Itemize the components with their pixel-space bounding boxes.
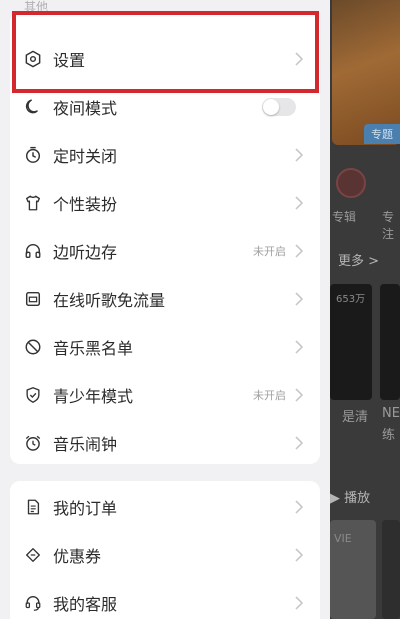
status-text: 未开启 bbox=[253, 245, 286, 258]
menu-item-label: 夜间模式 bbox=[53, 99, 118, 118]
night-mode-toggle[interactable] bbox=[262, 98, 296, 116]
menu-card-settings: 设置 夜间模式 定时关闭 个性装扮 边听边存 未开启 在线听歌免流量 音乐黑名单… bbox=[10, 12, 320, 464]
chevron-right-icon bbox=[294, 340, 304, 354]
tshirt-icon bbox=[23, 193, 43, 213]
headset-icon bbox=[23, 593, 43, 613]
background-more-link: 更多 > bbox=[338, 254, 380, 269]
menu-item-label: 优惠券 bbox=[53, 547, 102, 566]
chevron-right-icon bbox=[294, 52, 304, 66]
chevron-right-icon bbox=[294, 196, 304, 210]
hexagon-settings-icon bbox=[23, 49, 43, 69]
menu-item-my-orders[interactable]: 我的订单 bbox=[10, 483, 320, 531]
background-card-count: 653万 bbox=[336, 294, 366, 305]
menu-item-label: 我的订单 bbox=[53, 499, 118, 518]
chevron-right-icon bbox=[294, 548, 304, 562]
chevron-right-icon bbox=[294, 596, 304, 610]
menu-item-alarm[interactable]: 音乐闹钟 bbox=[10, 419, 320, 467]
chevron-right-icon bbox=[294, 436, 304, 450]
coupon-icon bbox=[23, 545, 43, 565]
menu-item-label: 边听边存 bbox=[53, 243, 118, 262]
side-drawer: 其他 设置 夜间模式 定时关闭 个性装扮 边听边存 未开启 在线听歌免流量 音乐… bbox=[0, 0, 330, 619]
menu-item-themes[interactable]: 个性装扮 bbox=[10, 179, 320, 227]
background-card-text-2: NE bbox=[382, 406, 400, 421]
chevron-right-icon bbox=[294, 292, 304, 306]
menu-item-label: 定时关闭 bbox=[53, 147, 118, 166]
menu-item-coupons[interactable]: 优惠券 bbox=[10, 531, 320, 579]
chevron-right-icon bbox=[294, 500, 304, 514]
chevron-right-icon bbox=[294, 244, 304, 258]
background-card-2 bbox=[380, 284, 400, 400]
data-card-icon bbox=[23, 289, 43, 309]
background-play-label: ▶ 播放 bbox=[330, 491, 371, 506]
background-card-text-1: 是清 bbox=[342, 410, 369, 425]
headphones-icon bbox=[23, 241, 43, 261]
menu-item-night-mode[interactable]: 夜间模式 bbox=[10, 83, 320, 131]
background-circle-1 bbox=[336, 168, 366, 198]
menu-item-settings[interactable]: 设置 bbox=[10, 35, 320, 83]
chevron-right-icon bbox=[294, 148, 304, 162]
block-icon bbox=[23, 337, 43, 357]
menu-item-label: 在线听歌免流量 bbox=[53, 291, 166, 310]
chevron-right-icon bbox=[294, 388, 304, 402]
menu-item-customer-service[interactable]: 我的客服 bbox=[10, 579, 320, 619]
menu-item-label: 设置 bbox=[53, 51, 86, 70]
background-label-1: 专辑 bbox=[332, 210, 357, 224]
toggle-knob bbox=[263, 99, 279, 115]
timer-icon bbox=[23, 145, 43, 165]
menu-item-label: 我的客服 bbox=[53, 595, 118, 614]
background-small-card-2 bbox=[382, 520, 400, 619]
menu-item-label: 音乐闹钟 bbox=[53, 435, 118, 454]
menu-item-teen-mode[interactable]: 青少年模式 未开启 bbox=[10, 371, 320, 419]
background-vie-text: VIE bbox=[334, 532, 352, 545]
background-card-text-3: 练 bbox=[382, 428, 396, 443]
menu-item-label: 个性装扮 bbox=[53, 195, 118, 214]
menu-item-listen-and-save[interactable]: 边听边存 未开启 bbox=[10, 227, 320, 275]
menu-item-sleep-timer[interactable]: 定时关闭 bbox=[10, 131, 320, 179]
menu-item-label: 青少年模式 bbox=[53, 387, 134, 406]
menu-item-label: 音乐黑名单 bbox=[53, 339, 134, 358]
moon-icon bbox=[23, 97, 43, 117]
background-label-2: 专注 bbox=[382, 210, 395, 241]
banner-badge: 专题 bbox=[364, 124, 400, 144]
background-banner: 专题 bbox=[332, 0, 400, 145]
status-text: 未开启 bbox=[253, 389, 286, 402]
menu-item-free-data[interactable]: 在线听歌免流量 bbox=[10, 275, 320, 323]
order-doc-icon bbox=[23, 497, 43, 517]
menu-card-orders: 我的订单 优惠券 我的客服 bbox=[10, 481, 320, 619]
menu-item-blacklist[interactable]: 音乐黑名单 bbox=[10, 323, 320, 371]
shield-check-icon bbox=[23, 385, 43, 405]
alarm-clock-icon bbox=[23, 433, 43, 453]
